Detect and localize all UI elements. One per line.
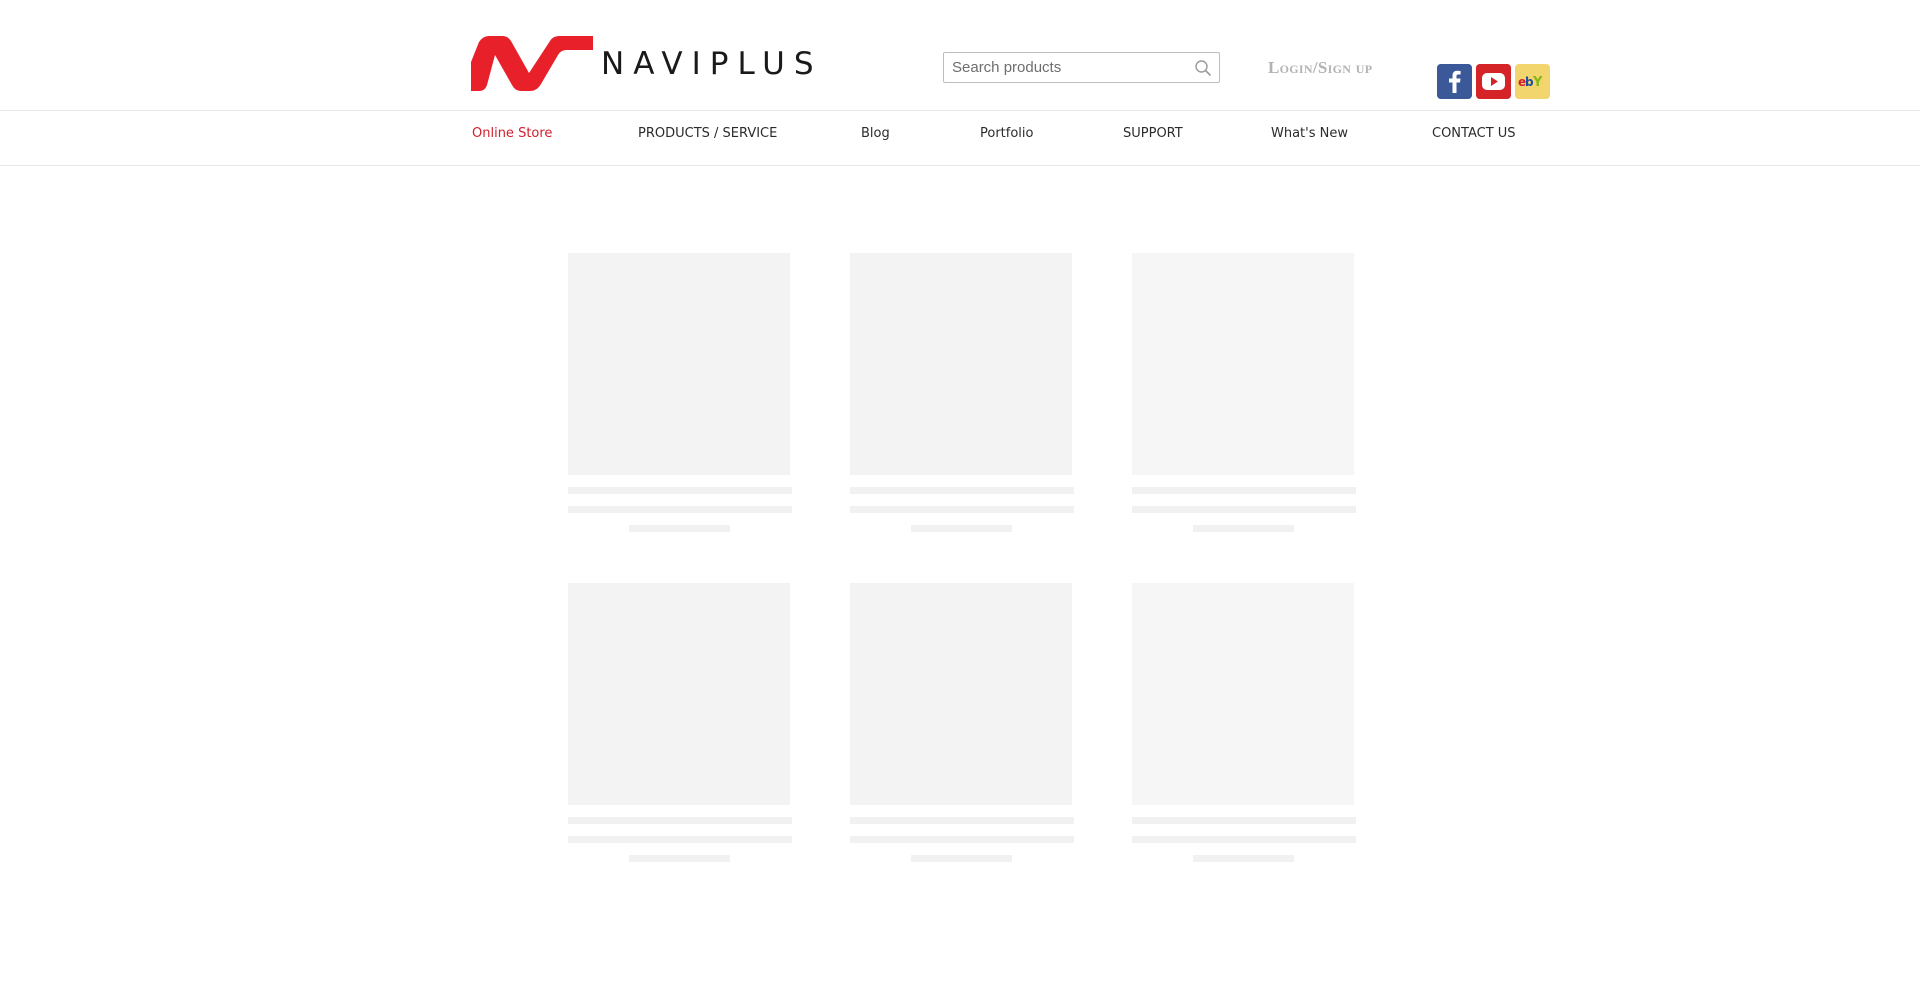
- product-image-placeholder: [1132, 583, 1354, 805]
- product-title-placeholder: [568, 836, 792, 843]
- main-nav: Online Store PRODUCTS / SERVICE Blog Por…: [0, 111, 1920, 166]
- product-title-placeholder: [850, 817, 1074, 824]
- product-price-placeholder: [629, 855, 730, 862]
- nav-item-contact-us[interactable]: CONTACT US: [1432, 126, 1516, 141]
- product-image-placeholder: [568, 253, 790, 475]
- product-image-placeholder: [568, 583, 790, 805]
- facebook-icon: [1437, 64, 1472, 99]
- youtube-link[interactable]: [1476, 64, 1511, 99]
- search-input[interactable]: [944, 53, 1184, 82]
- product-title-placeholder: [1132, 506, 1356, 513]
- svg-text:Y: Y: [1532, 75, 1543, 90]
- nav-item-portfolio[interactable]: Portfolio: [980, 126, 1033, 141]
- product-title-placeholder: [568, 506, 792, 513]
- nav-item-whats-new[interactable]: What's New: [1271, 126, 1348, 141]
- nav-item-support[interactable]: SUPPORT: [1123, 126, 1183, 141]
- product-title-placeholder: [1132, 487, 1356, 494]
- product-title-placeholder: [850, 836, 1074, 843]
- product-image-placeholder: [1132, 253, 1354, 475]
- ebay-icon: e b Y: [1515, 64, 1550, 99]
- youtube-icon: [1476, 64, 1511, 99]
- product-title-placeholder: [1132, 817, 1356, 824]
- product-image-placeholder: [850, 253, 1072, 475]
- product-price-placeholder: [1193, 525, 1294, 532]
- search-box[interactable]: [943, 52, 1220, 83]
- nav-item-products-service[interactable]: PRODUCTS / SERVICE: [638, 126, 777, 141]
- product-price-placeholder: [911, 855, 1012, 862]
- ebay-link[interactable]: e b Y: [1515, 64, 1550, 99]
- product-price-placeholder: [629, 525, 730, 532]
- product-title-placeholder: [1132, 836, 1356, 843]
- product-price-placeholder: [911, 525, 1012, 532]
- nav-item-blog[interactable]: Blog: [861, 126, 890, 141]
- naviplus-logo-icon[interactable]: [471, 36, 593, 91]
- product-title-placeholder: [850, 506, 1074, 513]
- product-title-placeholder: [568, 817, 792, 824]
- search-icon[interactable]: [1194, 59, 1212, 77]
- product-price-placeholder: [1193, 855, 1294, 862]
- login-signup-link[interactable]: Login/Sign up: [1268, 58, 1372, 78]
- product-title-placeholder: [568, 487, 792, 494]
- brand-name[interactable]: NAVIPLUS: [601, 49, 823, 80]
- facebook-link[interactable]: [1437, 64, 1472, 99]
- product-title-placeholder: [850, 487, 1074, 494]
- nav-item-online-store[interactable]: Online Store: [472, 126, 552, 141]
- product-image-placeholder: [850, 583, 1072, 805]
- site-header: NAVIPLUS Login/Sign up e b Y: [0, 0, 1920, 111]
